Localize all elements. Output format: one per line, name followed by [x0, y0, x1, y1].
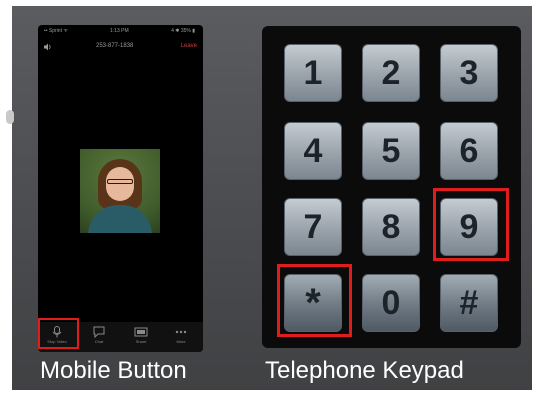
participant-video — [80, 149, 160, 233]
status-bar: •• Sprint ᯤ 1:13 PM 4 ✱ 35% ▮ — [38, 25, 203, 37]
key-5[interactable]: 5 — [362, 122, 420, 180]
key-0[interactable]: 0 — [362, 274, 420, 332]
mobile-phone-screen: •• Sprint ᯤ 1:13 PM 4 ✱ 35% ▮ 253-877-18… — [38, 25, 203, 352]
key-9-highlight — [433, 188, 509, 261]
call-bar: 253-877-1838 Leave — [38, 38, 203, 54]
share-icon — [134, 327, 148, 337]
key-2[interactable]: 2 — [362, 44, 420, 102]
more-button[interactable]: More — [166, 325, 196, 349]
caption-telephone-keypad: Telephone Keypad — [265, 357, 464, 384]
key-8[interactable]: 8 — [362, 198, 420, 256]
key-7[interactable]: 7 — [284, 198, 342, 256]
more-icon — [175, 330, 187, 334]
leave-button[interactable]: Leave — [181, 38, 197, 54]
status-time: 1:13 PM — [110, 28, 129, 34]
key-3[interactable]: 3 — [440, 44, 498, 102]
key-6[interactable]: 6 — [440, 122, 498, 180]
battery-indicator: 4 ✱ 35% ▮ — [171, 28, 195, 34]
share-button[interactable]: Share — [126, 325, 156, 349]
key-star-highlight — [277, 264, 352, 337]
speaker-icon[interactable] — [44, 42, 52, 51]
caption-mobile-button: Mobile Button — [40, 357, 187, 384]
meeting-number: 253-877-1838 — [96, 43, 134, 49]
key-4[interactable]: 4 — [284, 122, 342, 180]
key-hash[interactable]: # — [440, 274, 498, 332]
toolbar-label: Chat — [94, 339, 104, 344]
mobile-button-highlight — [38, 318, 79, 349]
toolbar-label: Share — [135, 339, 147, 344]
edge-handle — [6, 110, 14, 124]
key-1[interactable]: 1 — [284, 44, 342, 102]
carrier-label: •• Sprint ᯤ — [44, 28, 68, 34]
chat-icon — [93, 326, 105, 338]
toolbar-label: More — [176, 339, 186, 344]
chat-button[interactable]: Chat — [84, 325, 114, 349]
